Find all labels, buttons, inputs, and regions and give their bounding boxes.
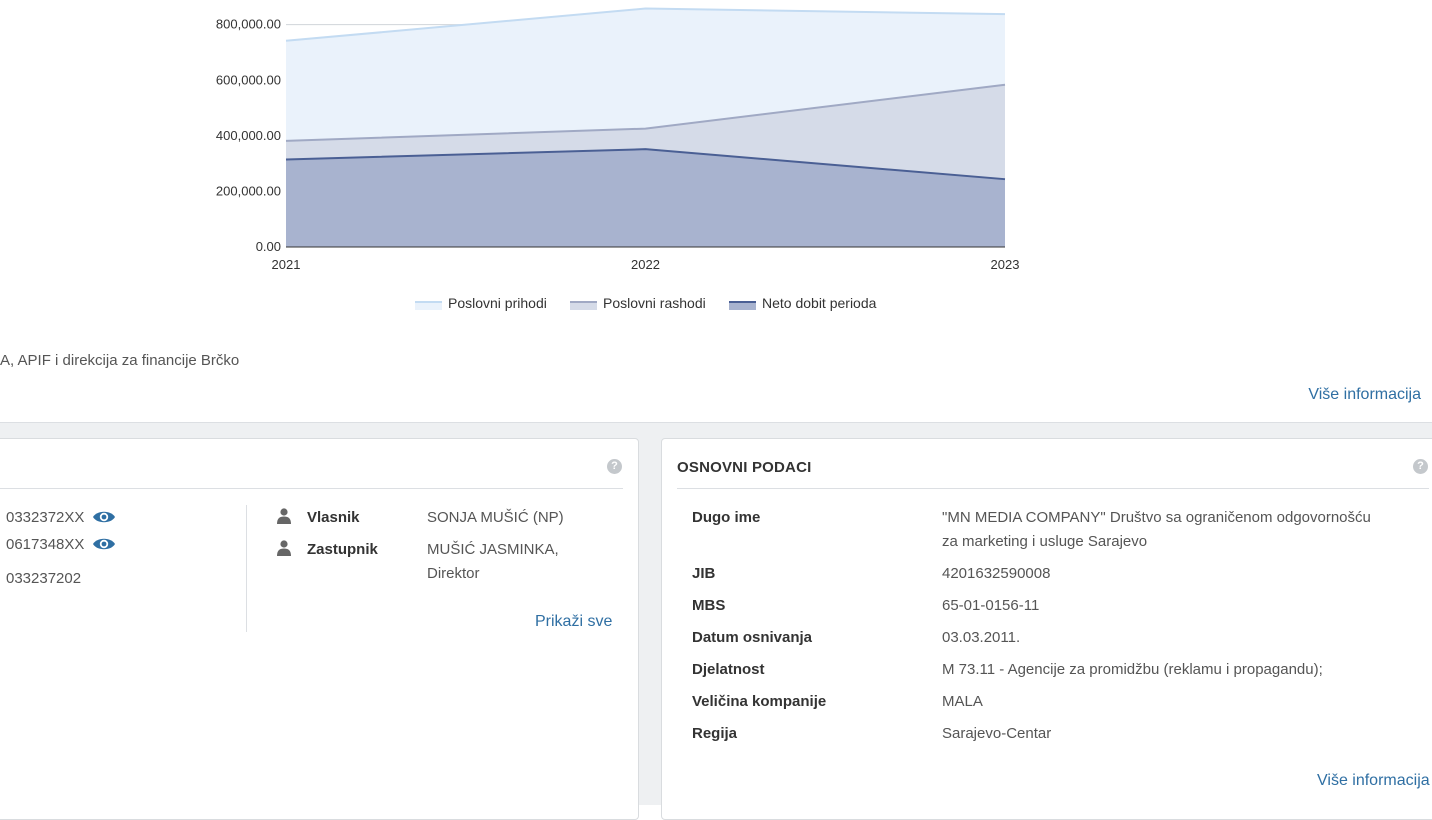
data-source-note: A, APIF i direkcija za financije Brčko xyxy=(0,352,240,369)
fax-number: 033237202 xyxy=(6,570,82,587)
x-tick-label: 2023 xyxy=(991,257,1020,272)
field-label-founding-date: Datum osnivanja xyxy=(692,629,813,646)
representative-position: Direktor xyxy=(427,565,480,582)
legend-swatch xyxy=(415,302,442,310)
legend-swatch xyxy=(729,302,756,310)
field-value-long-name: "MN MEDIA COMPANY" Društvo sa ograničeno… xyxy=(942,509,1371,526)
representative-label: Zastupnik xyxy=(307,541,378,558)
x-tick-label: 2022 xyxy=(631,257,660,272)
owner-value: SONJA MUŠIĆ (NP) xyxy=(427,509,564,526)
column-separator xyxy=(246,505,247,632)
field-label-region: Regija xyxy=(692,725,738,742)
representative-value: MUŠIĆ JASMINKA, xyxy=(427,541,559,558)
help-icon[interactable]: ? xyxy=(1413,459,1428,474)
eye-icon[interactable] xyxy=(92,508,116,531)
legend-label: Neto dobit perioda xyxy=(762,295,877,311)
field-value-activity: M 73.11 - Agencije za promidžbu (reklamu… xyxy=(942,661,1323,678)
eye-icon[interactable] xyxy=(92,535,116,558)
person-icon xyxy=(277,540,291,561)
field-value-mbs: 65-01-0156-11 xyxy=(942,597,1040,614)
show-all-link[interactable]: Prikaži sve xyxy=(535,613,612,631)
legend-label: Poslovni prihodi xyxy=(448,295,547,311)
field-label-activity: Djelatnost xyxy=(692,661,765,678)
y-tick-label: 200,000.00 xyxy=(216,183,281,198)
field-value-jib: 4201632590008 xyxy=(942,565,1051,582)
x-tick-label: 2021 xyxy=(272,257,301,272)
card-title: OSNOVNI PODACI xyxy=(677,459,812,476)
basic-data-card: OSNOVNI PODACI ? Dugo ime "MN MEDIA COMP… xyxy=(661,438,1432,820)
field-label-mbs: MBS xyxy=(692,597,726,614)
field-label-jib: JIB xyxy=(692,565,716,582)
y-tick-label: 0.00 xyxy=(256,239,281,254)
owner-label: Vlasnik xyxy=(307,509,360,526)
financial-chart-section: 0.00 200,000.00 400,000.00 600,000.00 800,00… xyxy=(0,0,1432,423)
person-icon xyxy=(277,508,291,529)
y-tick-label: 800,000.00 xyxy=(216,17,281,32)
field-value-founding-date: 03.03.2011. xyxy=(942,629,1021,646)
field-value-region: Sarajevo-Centar xyxy=(942,725,1052,742)
help-icon[interactable]: ? xyxy=(607,459,622,474)
contact-card: ? 0332372XX 0617348XX 033237202 Vlasnik … xyxy=(0,438,639,820)
more-info-link-basic[interactable]: Više informacija xyxy=(1317,772,1430,790)
more-info-link-top[interactable]: Više informacija xyxy=(1308,386,1421,404)
legend-label: Poslovni rashodi xyxy=(603,295,706,311)
field-label-company-size: Veličina kompanije xyxy=(692,693,827,710)
y-tick-label: 600,000.00 xyxy=(216,72,281,87)
card-divider xyxy=(677,488,1429,489)
card-divider xyxy=(0,488,623,489)
mobile-number: 0617348XX xyxy=(6,536,85,553)
field-label-long-name: Dugo ime xyxy=(692,509,761,526)
y-tick-label: 400,000.00 xyxy=(216,128,281,143)
field-value-company-size: MALA xyxy=(942,693,983,710)
field-value-long-name-cont: za marketing i usluge Sarajevo xyxy=(942,533,1148,550)
phone-number: 0332372XX xyxy=(6,509,85,526)
financial-area-chart: 0.00 200,000.00 400,000.00 600,000.00 800,00… xyxy=(216,7,1020,311)
legend-swatch xyxy=(570,302,597,310)
